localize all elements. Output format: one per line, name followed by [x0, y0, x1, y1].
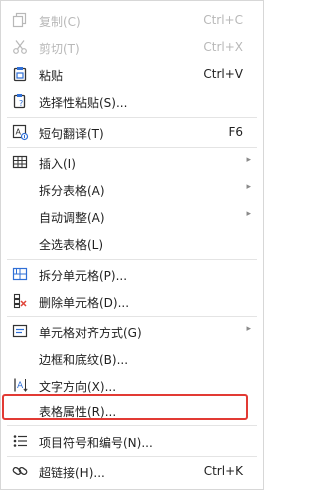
svg-text:A: A: [16, 128, 22, 137]
menu-item-label: 超链接(H)...: [39, 466, 105, 480]
menu-item-copy[interactable]: 复制(C) Ctrl+C: [1, 7, 263, 33]
separator: [7, 117, 257, 118]
highlight-frame: [2, 394, 248, 420]
menu-item-label: 拆分表格(A): [39, 184, 105, 198]
menu-item-hyperlink[interactable]: 超链接(H)... Ctrl+K: [1, 458, 263, 484]
menu-item-auto-fit[interactable]: 自动调整(A) ▸: [1, 203, 263, 229]
submenu-arrow-icon: ▸: [246, 155, 251, 165]
menu-item-label: 插入(I): [39, 157, 76, 171]
paste-special-icon: ?: [11, 92, 29, 110]
split-cells-icon: [11, 265, 29, 283]
menu-item-cell-alignment[interactable]: 单元格对齐方式(G) ▸: [1, 318, 263, 344]
separator: [7, 456, 257, 457]
menu-item-paste[interactable]: 粘贴 Ctrl+V: [1, 61, 263, 87]
separator: [7, 316, 257, 317]
menu-item-shortcut: Ctrl+X: [203, 40, 243, 54]
link-icon: [11, 462, 29, 480]
menu-item-label: 单元格对齐方式(G): [39, 326, 142, 340]
menu-item-label: 自动调整(A): [39, 211, 105, 225]
menu-item-insert[interactable]: 插入(I) ▸: [1, 149, 263, 175]
menu-item-shortcut: F6: [228, 125, 243, 139]
svg-text:A: A: [17, 381, 24, 391]
menu-item-shortcut: Ctrl+K: [203, 464, 243, 478]
menu-item-paste-special[interactable]: ? 选择性粘贴(S)...: [1, 88, 263, 114]
menu-item-shortcut: Ctrl+C: [203, 13, 243, 27]
copy-icon: [11, 11, 29, 29]
submenu-arrow-icon: ▸: [246, 209, 251, 219]
delete-cells-icon: [11, 292, 29, 310]
menu-item-split-cells[interactable]: 拆分单元格(P)...: [1, 261, 263, 287]
menu-item-shortcut: Ctrl+V: [203, 67, 243, 81]
menu-item-label: 全选表格(L): [39, 238, 104, 252]
menu-item-label: 短句翻译(T): [39, 127, 104, 141]
menu-item-label: 边框和底纹(B)...: [39, 353, 129, 367]
menu-item-label: 文字方向(X)...: [39, 380, 117, 394]
menu-item-label: 删除单元格(D)...: [39, 296, 130, 310]
scissors-icon: [11, 38, 29, 56]
bullets-icon: [11, 432, 29, 450]
menu-item-label: 复制(C): [39, 15, 81, 29]
menu-item-cut[interactable]: 剪切(T) Ctrl+X: [1, 34, 263, 60]
separator: [7, 259, 257, 260]
menu-item-label: 选择性粘贴(S)...: [39, 96, 128, 110]
submenu-arrow-icon: ▸: [246, 324, 251, 334]
menu-item-bullets-numbering[interactable]: 项目符号和编号(N)...: [1, 428, 263, 454]
translate-icon: A: [11, 123, 29, 141]
cell-align-icon: [11, 322, 29, 340]
menu-item-label: 剪切(T): [39, 42, 80, 56]
menu-item-split-table[interactable]: 拆分表格(A) ▸: [1, 176, 263, 202]
submenu-arrow-icon: ▸: [246, 182, 251, 192]
separator: [7, 147, 257, 148]
menu-item-delete-cells[interactable]: 删除单元格(D)...: [1, 288, 263, 314]
text-direction-icon: A: [11, 376, 29, 394]
menu-item-label: 项目符号和编号(N)...: [39, 436, 153, 450]
menu-item-borders-shading[interactable]: 边框和底纹(B)...: [1, 345, 263, 371]
separator: [7, 425, 257, 426]
menu-item-label: 拆分单元格(P)...: [39, 269, 128, 283]
menu-item-label: 粘贴: [39, 69, 64, 83]
menu-item-translate[interactable]: A 短句翻译(T) F6: [1, 119, 263, 145]
svg-text:?: ?: [19, 99, 23, 108]
paste-icon: [11, 65, 29, 83]
menu-item-select-table[interactable]: 全选表格(L): [1, 230, 263, 256]
table-icon: [11, 153, 29, 171]
